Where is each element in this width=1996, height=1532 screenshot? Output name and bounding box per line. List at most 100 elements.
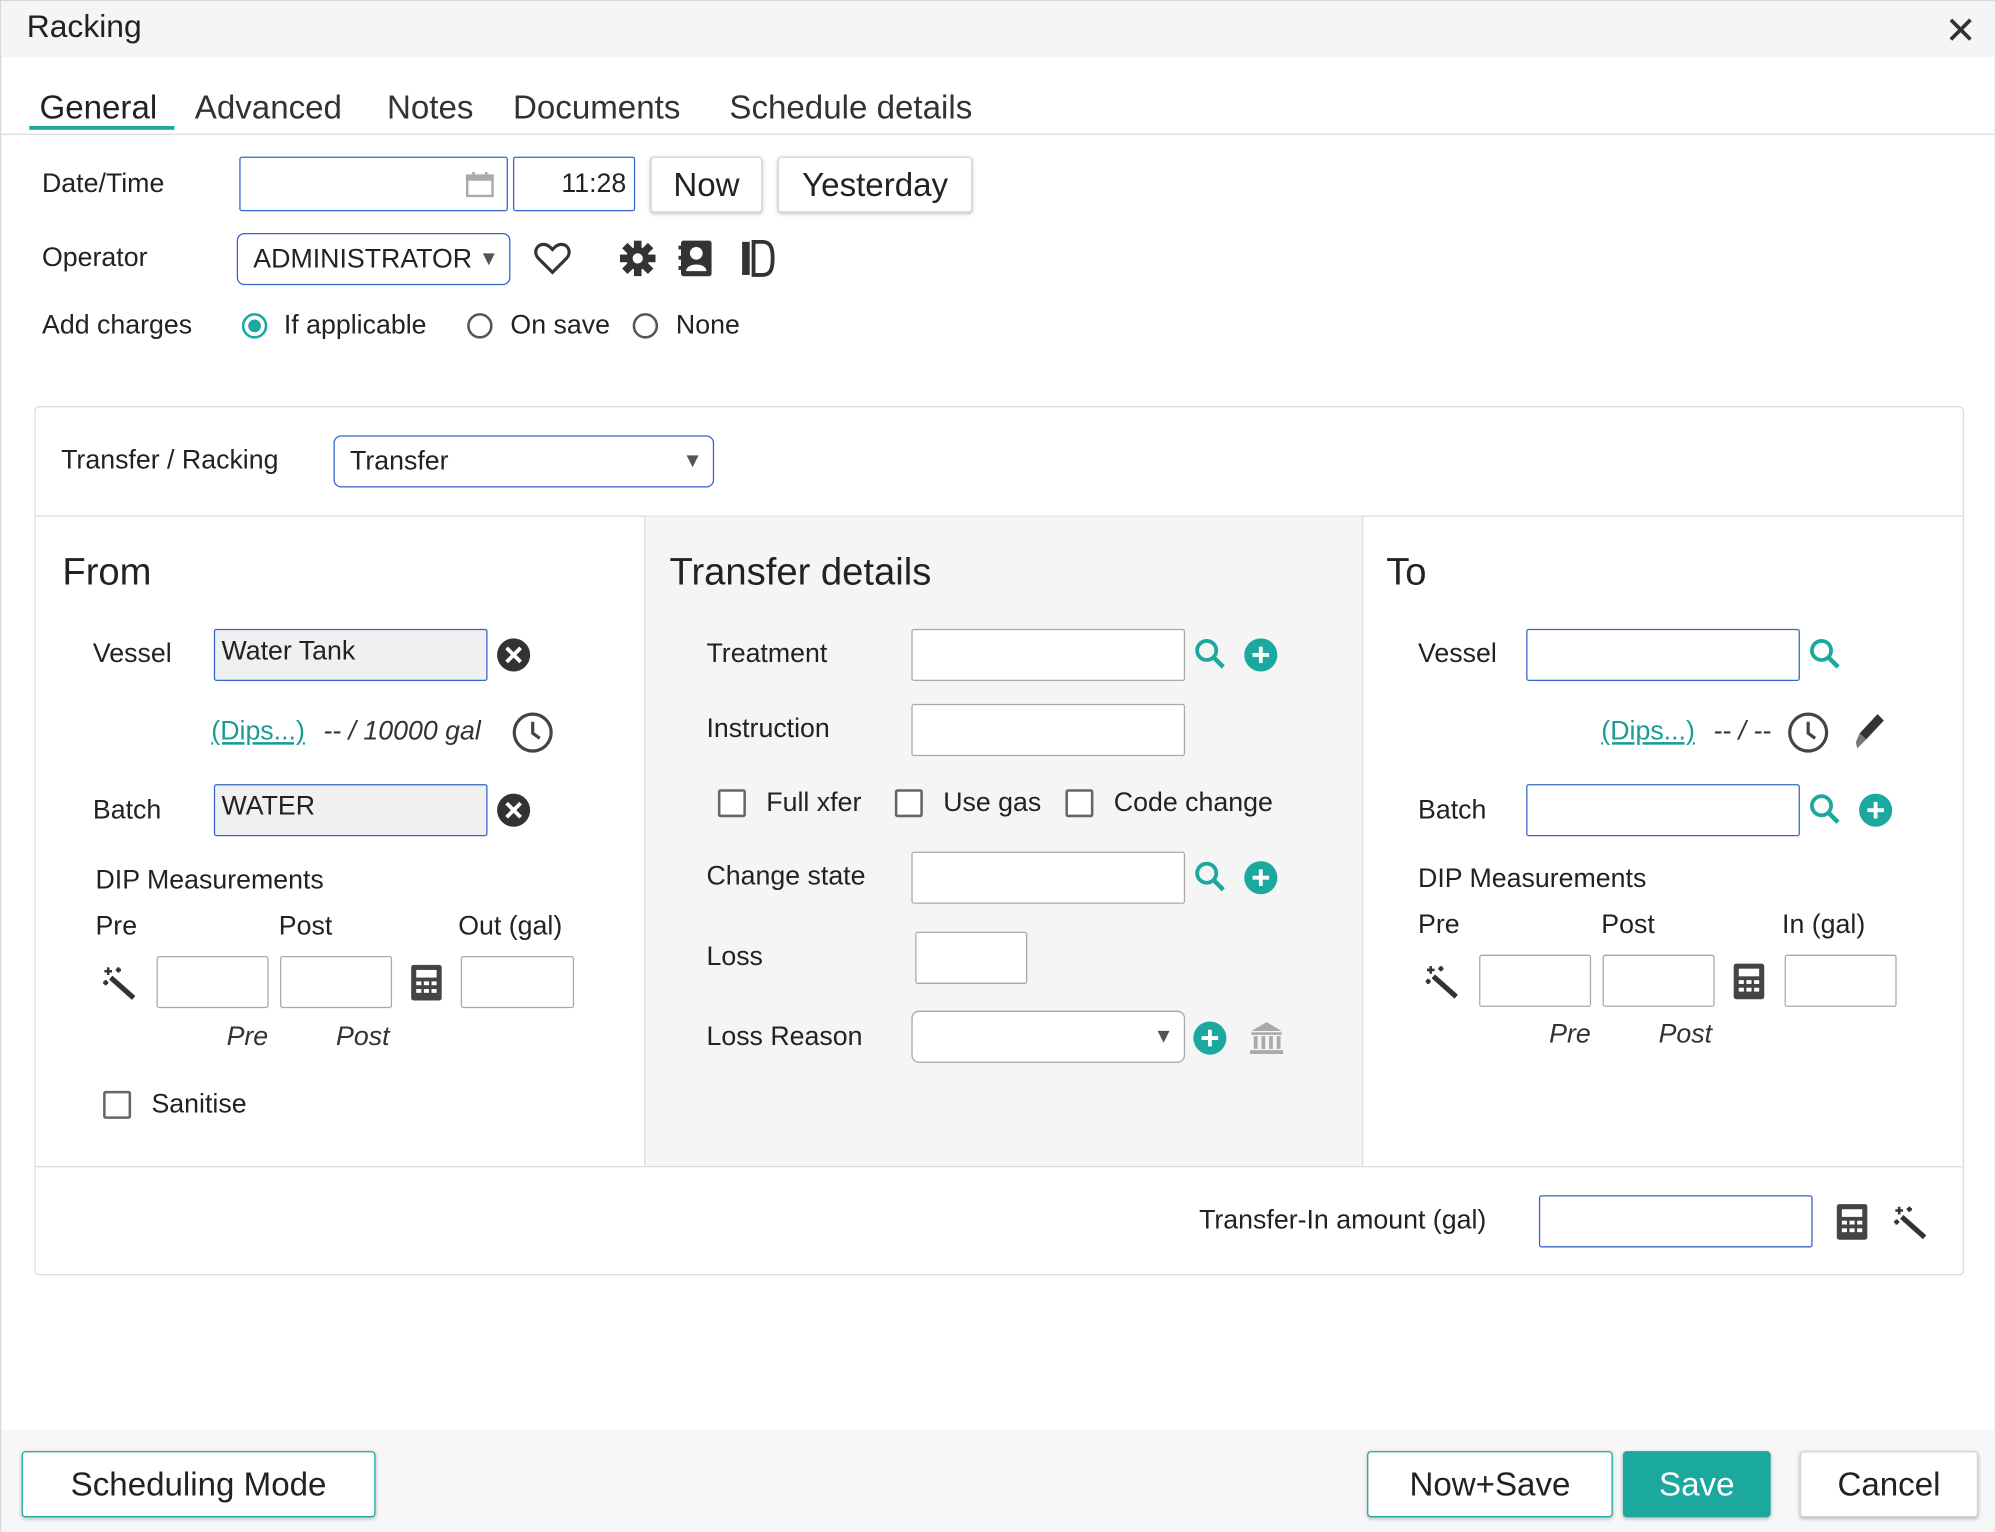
cancel-button[interactable]: Cancel (1799, 1451, 1979, 1518)
from-sub-post: Post (336, 1022, 390, 1052)
instruction-label: Instruction (706, 714, 830, 744)
to-sub-pre: Pre (1549, 1019, 1591, 1049)
panel-divider-bottom (35, 1165, 1963, 1168)
clear-vessel-icon[interactable] (496, 638, 531, 672)
full-xfer-checkbox[interactable] (717, 789, 746, 818)
contact-card-icon[interactable] (678, 238, 714, 279)
search-icon[interactable] (1809, 638, 1842, 671)
loss-reason-select[interactable]: ▼ (911, 1010, 1186, 1063)
scheduling-mode-button[interactable]: Scheduling Mode (21, 1451, 376, 1518)
radio-if-applicable[interactable] (241, 313, 268, 339)
magic-wand-icon[interactable] (103, 965, 139, 1001)
from-pre-input[interactable] (156, 955, 269, 1009)
magic-wand-icon[interactable] (1425, 964, 1462, 1000)
to-post-input[interactable] (1602, 954, 1715, 1007)
from-batch-input[interactable]: WATER (213, 784, 488, 837)
loss-reason-label: Loss Reason (706, 1022, 863, 1052)
from-out-input[interactable] (460, 955, 575, 1009)
from-heading: From (62, 551, 152, 594)
transfer-details-heading: Transfer details (669, 551, 932, 594)
to-in-input[interactable] (1784, 954, 1897, 1007)
dip-stick-icon[interactable] (1853, 712, 1886, 753)
calculator-icon[interactable] (1836, 1203, 1869, 1241)
treatment-input[interactable] (911, 628, 1186, 682)
tabs-divider (1, 133, 1996, 135)
tab-notes[interactable]: Notes (387, 88, 473, 127)
tab-schedule-details[interactable]: Schedule details (729, 88, 972, 127)
from-vessel-label: Vessel (92, 638, 172, 669)
transfer-in-label: Transfer-In amount (gal) (1199, 1205, 1487, 1235)
to-pre-input[interactable] (1479, 954, 1592, 1007)
close-icon[interactable]: ✕ (1945, 9, 1977, 54)
to-col-post: Post (1601, 910, 1655, 940)
code-change-checkbox[interactable] (1065, 789, 1094, 818)
code-change-label: Code change (1113, 787, 1273, 818)
search-icon[interactable] (1194, 860, 1227, 893)
title-bar: Racking ✕ (1, 1, 1995, 58)
racking-dialog: Racking ✕ General Advanced Notes Documen… (0, 0, 1996, 1532)
calendar-icon[interactable] (465, 171, 494, 198)
operator-label: Operator (42, 243, 148, 273)
time-input[interactable]: 11:28 (512, 156, 636, 212)
to-col-in: In (gal) (1782, 910, 1866, 940)
transfer-type-select[interactable]: Transfer ▼ (333, 435, 715, 488)
to-heading: To (1386, 551, 1427, 594)
add-circle-icon[interactable] (1244, 638, 1278, 672)
add-circle-icon[interactable] (1244, 860, 1278, 895)
chevron-down-icon: ▼ (478, 247, 499, 270)
now-save-button[interactable]: Now+Save (1367, 1451, 1613, 1518)
from-sub-pre: Pre (226, 1022, 269, 1052)
loss-input[interactable] (915, 931, 1028, 984)
document-id-icon[interactable] (740, 239, 776, 277)
add-circle-icon[interactable] (1858, 793, 1893, 827)
loss-label: Loss (706, 941, 763, 972)
calculator-icon[interactable] (410, 964, 443, 1002)
radio-on-save[interactable] (467, 313, 493, 339)
from-vessel-input[interactable]: Water Tank (213, 628, 488, 682)
operator-select[interactable]: ADMINISTRATOR ▼ (236, 232, 511, 286)
from-batch-label: Batch (92, 795, 162, 825)
dialog-title: Racking (26, 8, 142, 45)
sanitise-label: Sanitise (151, 1089, 247, 1119)
transfer-in-input[interactable] (1538, 1195, 1813, 1248)
magic-wand-icon[interactable] (1894, 1204, 1930, 1240)
to-col-pre: Pre (1418, 910, 1460, 940)
save-button[interactable]: Save (1622, 1451, 1771, 1518)
to-vessel-label: Vessel (1418, 638, 1497, 669)
to-vessel-input[interactable] (1526, 628, 1800, 682)
from-post-input[interactable] (280, 955, 393, 1009)
instruction-input[interactable] (911, 703, 1186, 757)
tab-general[interactable]: General (39, 88, 157, 127)
favorite-heart-icon[interactable] (533, 241, 571, 277)
to-batch-input[interactable] (1526, 784, 1800, 837)
to-batch-label: Batch (1418, 795, 1487, 825)
clear-batch-icon[interactable] (496, 793, 531, 827)
from-capacity-text: -- / 10000 gal (323, 716, 481, 746)
search-icon[interactable] (1194, 638, 1227, 671)
to-dips-link[interactable]: (Dips...) (1601, 717, 1695, 748)
to-capacity-text: -- / -- (1713, 716, 1772, 746)
date-input[interactable] (239, 156, 508, 212)
clock-icon[interactable] (512, 712, 554, 754)
tab-advanced[interactable]: Advanced (195, 88, 342, 127)
calculator-icon[interactable] (1732, 962, 1765, 1000)
chevron-down-icon: ▼ (682, 449, 703, 472)
bank-icon[interactable] (1249, 1020, 1285, 1056)
treatment-label: Treatment (706, 638, 828, 669)
search-icon[interactable] (1809, 793, 1842, 826)
change-state-input[interactable] (911, 851, 1186, 904)
clock-icon[interactable] (1787, 712, 1829, 754)
radio-none[interactable] (632, 313, 659, 339)
full-xfer-label: Full xfer (766, 787, 862, 818)
yesterday-button[interactable]: Yesterday (777, 156, 973, 213)
now-button[interactable]: Now (650, 156, 763, 213)
sanitise-checkbox[interactable] (103, 1090, 132, 1119)
gear-icon[interactable] (619, 240, 656, 277)
from-dips-link[interactable]: (Dips...) (211, 717, 305, 748)
from-dip-heading: DIP Measurements (95, 865, 324, 895)
radio-none-label: None (675, 310, 740, 340)
use-gas-checkbox[interactable] (894, 789, 923, 818)
tab-documents[interactable]: Documents (513, 88, 680, 127)
add-circle-icon[interactable] (1193, 1021, 1227, 1055)
chevron-down-icon: ▼ (1153, 1025, 1174, 1047)
